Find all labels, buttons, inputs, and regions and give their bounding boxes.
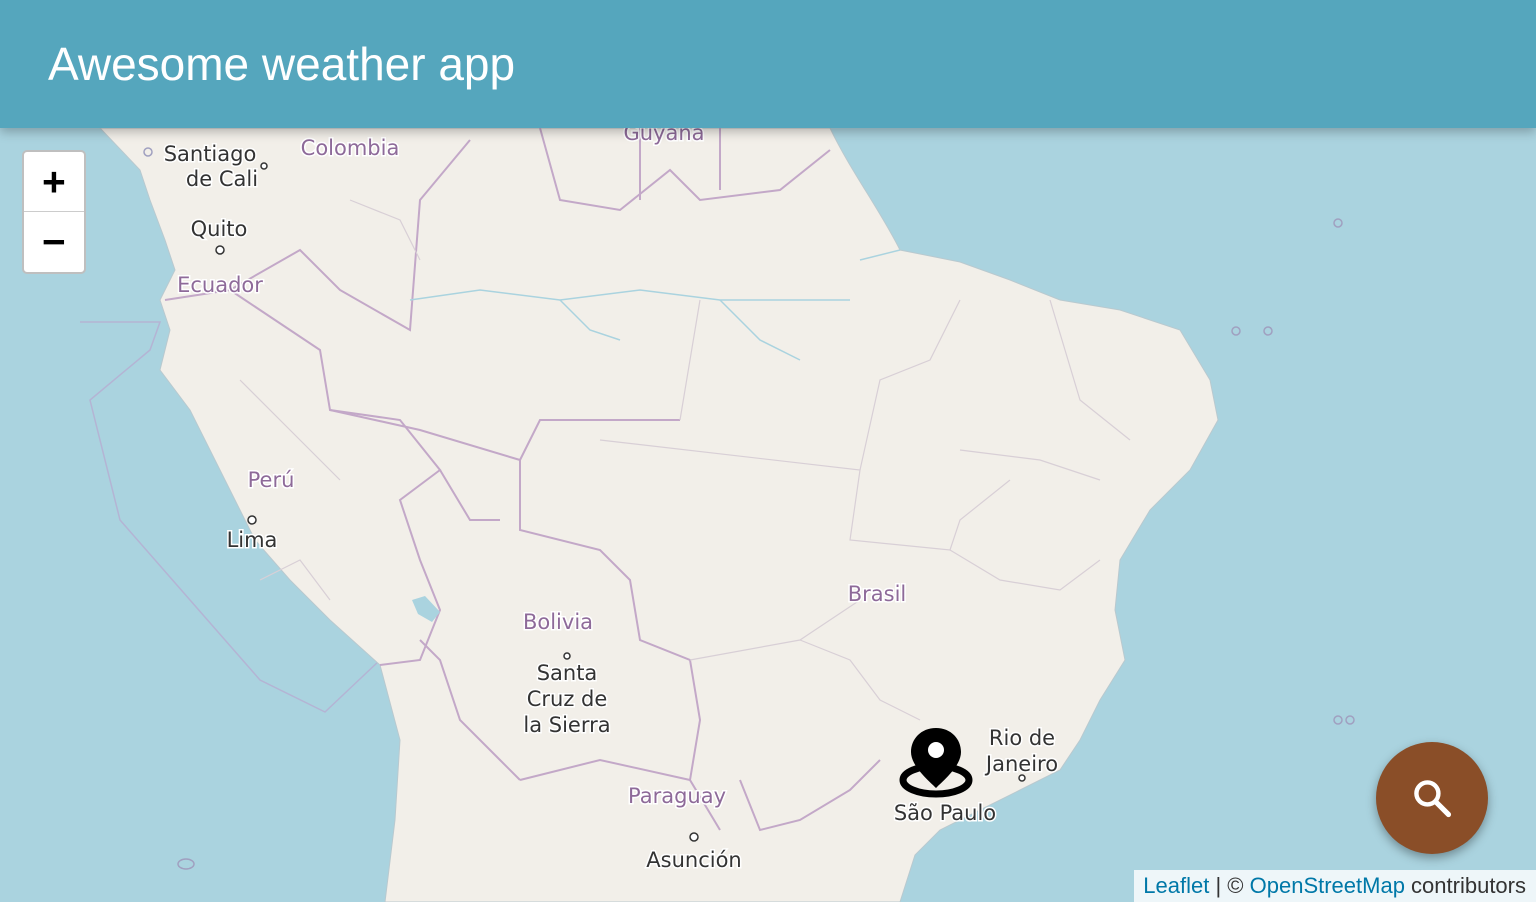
label-ecuador: Ecuador — [177, 273, 263, 297]
label-colombia: Colombia — [301, 136, 400, 160]
app-header: Awesome weather app — [0, 0, 1536, 128]
zoom-in-button[interactable]: + — [24, 152, 84, 212]
map-pin-icon — [899, 728, 973, 798]
map-view[interactable]: Colombia Guyana Ecuador Perú Bolivia Bra… — [0, 0, 1536, 902]
label-bolivia: Bolivia — [523, 610, 593, 634]
label-sao-paulo: São Paulo — [894, 801, 996, 825]
label-rio-line2: Janeiro — [984, 752, 1058, 776]
app-title: Awesome weather app — [48, 38, 516, 90]
location-marker[interactable] — [898, 726, 974, 800]
leaflet-link[interactable]: Leaflet — [1143, 873, 1209, 898]
label-quito: Quito — [191, 217, 248, 241]
label-rio-line1: Rio de — [989, 726, 1055, 750]
search-button[interactable] — [1376, 742, 1488, 854]
label-brasil: Brasil — [848, 582, 907, 606]
attribution-separator: | © — [1209, 873, 1250, 898]
label-santiago-de-cali-line2: de Cali — [186, 167, 258, 191]
label-santiago-de-cali-line1: Santiago — [164, 142, 257, 166]
map-attribution: Leaflet | © OpenStreetMap contributors — [1134, 870, 1536, 902]
label-santa-cruz-line3: la Sierra — [523, 713, 610, 737]
label-paraguay: Paraguay — [628, 784, 726, 808]
label-santa-cruz-line1: Santa — [537, 661, 598, 685]
weather-app: Colombia Guyana Ecuador Perú Bolivia Bra… — [0, 0, 1536, 902]
attribution-suffix: contributors — [1404, 873, 1526, 898]
label-lima: Lima — [227, 528, 278, 552]
label-asuncion: Asunción — [646, 848, 741, 872]
openstreetmap-link[interactable]: OpenStreetMap — [1250, 873, 1405, 898]
label-santa-cruz-line2: Cruz de — [527, 687, 608, 711]
search-icon — [1414, 780, 1452, 818]
zoom-control: + − — [22, 150, 86, 274]
zoom-out-button[interactable]: − — [24, 212, 84, 271]
label-peru: Perú — [248, 468, 295, 492]
map-tiles[interactable]: Colombia Guyana Ecuador Perú Bolivia Bra… — [0, 0, 1536, 902]
